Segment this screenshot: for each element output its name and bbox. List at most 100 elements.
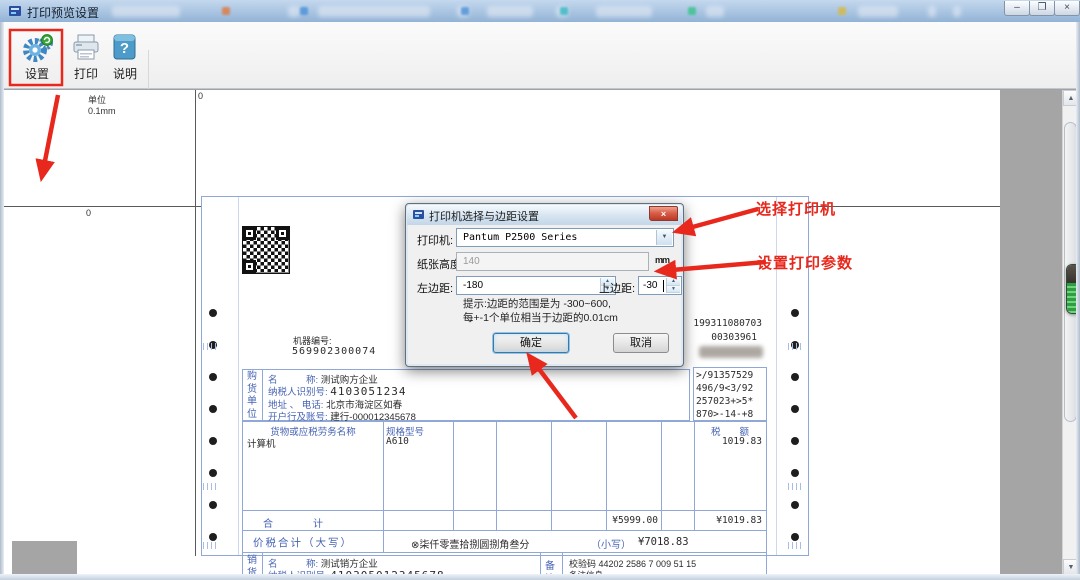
top-margin-label: 上边距: — [599, 280, 635, 296]
dialog-icon — [413, 209, 425, 221]
blurred-tab — [953, 6, 961, 17]
ok-button[interactable]: 确定 — [493, 333, 569, 353]
ruler-zero-left: 0 — [86, 208, 91, 218]
canvas-gray-corner — [12, 541, 77, 574]
buyer-box: 购货单位 名 称: 测试购方企业 纳税人识别号: 4103051234 地址 、… — [242, 369, 690, 421]
password-line: >/91357529 — [696, 369, 766, 382]
item-tax: 1019.83 — [694, 436, 762, 447]
print-label: 打印 — [64, 65, 108, 82]
grand-total-row: 价税合计（大写） ⊗柒仟零壹拾捌圆捌角叁分 （小写） ¥7018.83 — [242, 531, 767, 553]
ruler-zero-top: 0 — [198, 91, 203, 101]
combo-dropdown-arrow[interactable]: ▼ — [656, 230, 672, 245]
left-margin-label: 左边距: — [417, 280, 453, 296]
toolbar: 设置 打印 ? 说明 — [0, 22, 1080, 89]
dialog-title-bar[interactable]: 打印机选择与边距设置 — [407, 205, 682, 225]
perforation-dot — [209, 309, 217, 317]
blurred-background-tabs — [0, 0, 1080, 22]
blurred-tab-icon — [300, 7, 308, 15]
qr-code — [243, 227, 289, 273]
blurred-tab — [318, 6, 430, 17]
total-label: 合 计 — [263, 515, 323, 530]
item-name: 计算机 — [247, 436, 276, 450]
window-frame-left — [0, 22, 4, 580]
small-label: （小写） — [591, 536, 631, 551]
blurred-tab-icon — [688, 7, 696, 15]
dialog-title: 打印机选择与边距设置 — [429, 208, 539, 224]
top-margin-value: -30 — [643, 280, 657, 291]
canvas-gray-area — [1000, 90, 1062, 575]
top-margin-spinner[interactable]: ▲▼ — [666, 278, 680, 293]
annotation-select-printer: 选择打印机 — [756, 198, 836, 219]
perforation-dot — [791, 469, 799, 477]
item-spec: A610 — [386, 436, 409, 447]
minimize-button[interactable]: – — [1004, 1, 1030, 16]
window-frame-right — [1076, 22, 1080, 580]
help-question-icon: ? — [112, 34, 138, 61]
paper-height-input[interactable]: 140 — [456, 252, 649, 271]
blurred-tab-icon — [222, 7, 230, 15]
paper-unit-label: mm — [655, 255, 669, 265]
window-frame-bottom — [0, 574, 1080, 580]
annotation-set-params: 设置打印参数 — [757, 252, 853, 273]
perforation-dot — [209, 533, 217, 541]
perforation-dot — [791, 405, 799, 413]
blurred-tab — [288, 6, 300, 17]
printer-icon — [72, 34, 100, 62]
perforation-tick — [203, 483, 216, 490]
perforation-dot — [791, 501, 799, 509]
perforation-tick — [203, 343, 216, 350]
svg-text:?: ? — [120, 40, 129, 57]
print-button[interactable]: 打印 — [64, 32, 108, 82]
password-line: 870>-14-+8 — [696, 408, 766, 421]
printer-combobox[interactable]: Pantum P2500 Series ▼ — [456, 228, 674, 247]
blurred-tab-icon — [461, 7, 469, 15]
printer-value: Pantum P2500 Series — [463, 232, 577, 243]
password-area-box: >/91357529 496/9<3/92 257023+>5* 870>-14… — [693, 367, 767, 421]
perforation-dot — [209, 501, 217, 509]
ruler-unit-label: 单位0.1mm — [88, 93, 116, 116]
cancel-button[interactable]: 取消 — [613, 333, 669, 353]
blurred-tab — [487, 6, 533, 17]
buyer-side-label: 购货单位 — [246, 371, 258, 421]
grand-total-numeric: ¥7018.83 — [638, 536, 689, 548]
help-button[interactable]: ? 说明 — [104, 32, 146, 82]
perforation-dot — [791, 437, 799, 445]
top-margin-spinbox[interactable]: -30 ▲▼ — [638, 276, 682, 295]
perforation-dot — [209, 373, 217, 381]
title-bar: 打印预览设置 – ❐ × — [0, 0, 1080, 23]
blurred-tab — [112, 6, 180, 17]
perforation-tick — [203, 542, 216, 549]
settings-gear-icon — [22, 32, 54, 64]
margin-hint-line2: 每+-1个单位相当于边距的0.01cm — [463, 310, 618, 325]
left-margin-value: -180 — [463, 280, 483, 291]
goods-table: 货物或应税劳务名称 规格型号 税 额 计算机 A610 1019.83 合 计 … — [242, 421, 767, 531]
blurred-tab — [706, 6, 724, 17]
password-line: 257023+>5* — [696, 395, 766, 408]
settings-label: 设置 — [12, 65, 62, 82]
blurred-tab-icon — [838, 7, 846, 15]
grand-total-capital: ⊗柒仟零壹拾捌圆捌角叁分 — [411, 536, 529, 551]
margin-hint-line1: 提示:边距的范围是为 -300~600, — [463, 296, 611, 311]
blurred-tab-icon — [560, 7, 568, 15]
perforation-dot — [209, 405, 217, 413]
dialog-close-button[interactable]: × — [649, 206, 678, 221]
app-window: 打印预览设置 – ❐ × 设置 打印 — [0, 0, 1080, 580]
perforation-dot — [209, 469, 217, 477]
settings-button[interactable]: 设置 — [12, 32, 62, 82]
perforation-line-right — [776, 197, 777, 555]
perforation-dot — [791, 373, 799, 381]
blurred-tab — [858, 6, 898, 17]
perforation-dot — [791, 309, 799, 317]
perforation-tick — [788, 483, 801, 490]
maximize-button[interactable]: ❐ — [1029, 1, 1055, 16]
perforation-tick — [788, 343, 801, 350]
total-amount: ¥5999.00 — [606, 515, 658, 526]
perforation-dot — [209, 437, 217, 445]
ruler-vertical-line — [195, 90, 196, 556]
left-margin-spinbox[interactable]: -180 ▲▼ — [456, 276, 616, 295]
close-button[interactable]: × — [1054, 1, 1080, 16]
password-line: 496/9<3/92 — [696, 382, 766, 395]
perforation-line-left — [238, 197, 239, 555]
total-tax: ¥1019.83 — [694, 515, 762, 526]
perforation-tick — [788, 542, 801, 549]
